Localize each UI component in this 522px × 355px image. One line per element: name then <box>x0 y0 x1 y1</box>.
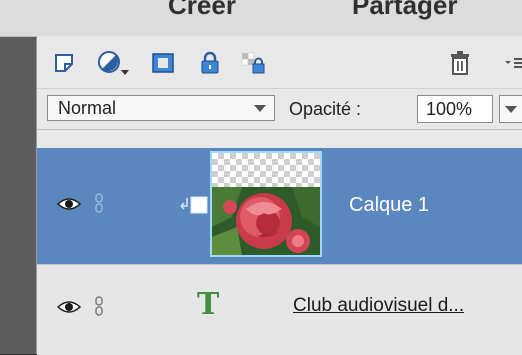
clipping-arrow-icon <box>180 196 208 214</box>
link-icon[interactable] <box>93 192 105 214</box>
link-icon[interactable] <box>93 295 105 317</box>
eye-icon[interactable] <box>57 299 81 315</box>
trash-icon[interactable] <box>447 50 473 76</box>
text-layer-icon: T <box>197 287 220 322</box>
new-layer-icon[interactable] <box>51 50 77 76</box>
layers-toolbar <box>37 40 522 84</box>
layers-panel: Normal Opacité : 100% Calque 1 T Club au… <box>36 36 522 355</box>
chevron-down-icon <box>254 105 266 112</box>
blend-options-row: Normal Opacité : 100% <box>37 88 522 130</box>
layer-name[interactable]: Calque 1 <box>349 194 429 217</box>
opacity-value: 100% <box>426 98 473 119</box>
lock-icon[interactable] <box>197 50 223 76</box>
opacity-dropdown-button[interactable] <box>499 95 522 123</box>
chevron-down-icon <box>505 106 517 113</box>
blend-mode-select[interactable]: Normal <box>47 95 275 121</box>
layer-row-club-audiovisuel[interactable]: T Club audiovisuel d... <box>37 264 522 355</box>
top-tab-bar: Créer Partager <box>0 0 522 37</box>
layer-row-calque-1[interactable]: Calque 1 <box>37 148 522 264</box>
lock-transparency-icon[interactable] <box>241 50 267 76</box>
transparency-checkerboard <box>212 153 320 187</box>
layers-panel-window: Créer Partager Normal Opacité: 100% Cal… <box>0 0 522 355</box>
rose-photo-thumbnail <box>212 187 320 255</box>
opacity-label: Opacité : <box>289 99 362 119</box>
adjustment-layer-icon[interactable] <box>97 50 131 76</box>
left-dock-strip <box>0 0 36 354</box>
tab-creer[interactable]: Créer <box>168 0 236 21</box>
blend-mode-value: Normal <box>58 97 117 118</box>
eye-icon[interactable] <box>57 196 81 212</box>
layer-name[interactable]: Club audiovisuel d... <box>293 295 464 317</box>
opacity-input[interactable]: 100% <box>417 95 493 123</box>
layer-thumbnail[interactable] <box>210 151 322 257</box>
add-mask-icon[interactable] <box>150 50 176 76</box>
tab-partager[interactable]: Partager <box>352 0 458 21</box>
panel-menu-icon[interactable] <box>503 50 522 76</box>
